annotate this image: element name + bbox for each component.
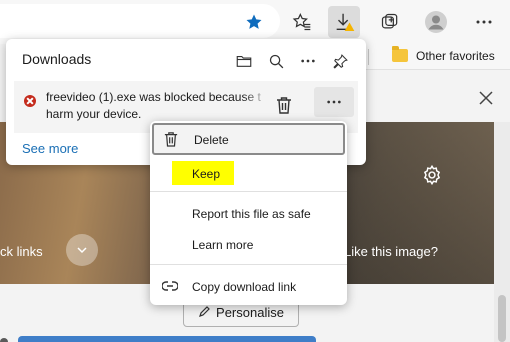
downloads-title: Downloads — [22, 51, 92, 67]
more-icon — [476, 20, 492, 24]
favorite-star-button[interactable] — [238, 6, 270, 38]
download-item-more-button[interactable] — [314, 87, 354, 117]
menu-separator — [150, 264, 347, 265]
folder-outline-icon — [236, 55, 252, 67]
downloads-more-options-button[interactable] — [294, 47, 322, 75]
favorites-icon — [292, 13, 311, 31]
menu-item-label: Learn more — [192, 238, 254, 252]
favorites-bar: Other favorites — [360, 44, 510, 70]
menu-item-delete[interactable]: Delete — [152, 123, 345, 155]
gear-icon — [423, 164, 441, 186]
pencil-icon — [199, 306, 210, 317]
search-icon — [269, 54, 283, 68]
download-context-menu: Delete Keep Report this file as safe Lea… — [150, 121, 347, 305]
browser-toolbar — [0, 0, 510, 44]
menu-item-keep[interactable]: Keep — [150, 157, 347, 189]
favorite-star-icon — [246, 14, 262, 29]
see-more-link[interactable]: See more — [22, 141, 78, 156]
personalise-label: Personalise — [216, 304, 284, 320]
trash-icon — [164, 132, 178, 147]
text-fade — [242, 87, 270, 107]
search-downloads-button[interactable] — [262, 47, 290, 75]
collections-icon — [381, 13, 398, 29]
profile-button[interactable] — [420, 6, 452, 38]
pin-icon — [332, 53, 348, 69]
download-status-text: freevideo (1).exe was blocked because t … — [46, 89, 261, 123]
more-icon — [327, 100, 341, 104]
trash-icon — [277, 97, 291, 114]
downloads-button[interactable] — [328, 6, 360, 38]
background-image-shade — [345, 122, 494, 284]
chevron-down-icon — [77, 247, 87, 254]
menu-separator — [150, 191, 347, 192]
like-image-label[interactable]: Like this image? — [344, 244, 438, 259]
quick-links-label: ck links — [0, 244, 43, 259]
feed-indicator — [0, 338, 8, 342]
menu-item-learn-more[interactable]: Learn more — [150, 228, 347, 260]
link-icon — [162, 281, 178, 291]
menu-item-copy-link[interactable]: Copy download link — [150, 270, 347, 302]
close-icon — [479, 91, 493, 105]
menu-item-label: Keep — [192, 167, 221, 181]
open-downloads-folder-button[interactable] — [230, 47, 258, 75]
scrollbar-thumb[interactable] — [498, 295, 506, 342]
more-icon — [301, 59, 315, 63]
more-options-button[interactable] — [468, 6, 500, 38]
profile-avatar — [425, 11, 447, 33]
collections-button[interactable] — [374, 6, 406, 38]
close-banner-button[interactable] — [478, 90, 494, 111]
news-card[interactable] — [18, 336, 316, 342]
favorites-button[interactable] — [286, 6, 318, 38]
menu-item-report-safe[interactable]: Report this file as safe — [150, 197, 347, 229]
delete-download-button[interactable] — [270, 91, 298, 119]
download-status-line1: freevideo (1).exe was blocked because t — [46, 90, 261, 104]
menu-item-label: Report this file as safe — [192, 207, 311, 221]
folder-icon — [392, 46, 408, 62]
menu-item-label: Copy download link — [192, 280, 297, 294]
pin-downloads-button[interactable] — [326, 47, 354, 75]
divider — [368, 49, 369, 65]
quick-links-toggle[interactable] — [66, 234, 98, 266]
menu-item-label: Delete — [194, 133, 229, 147]
blocked-error-icon — [24, 95, 36, 107]
downloads-icon — [336, 13, 355, 31]
page-settings-button[interactable] — [421, 164, 443, 191]
other-favorites-link[interactable]: Other favorites — [416, 49, 495, 63]
